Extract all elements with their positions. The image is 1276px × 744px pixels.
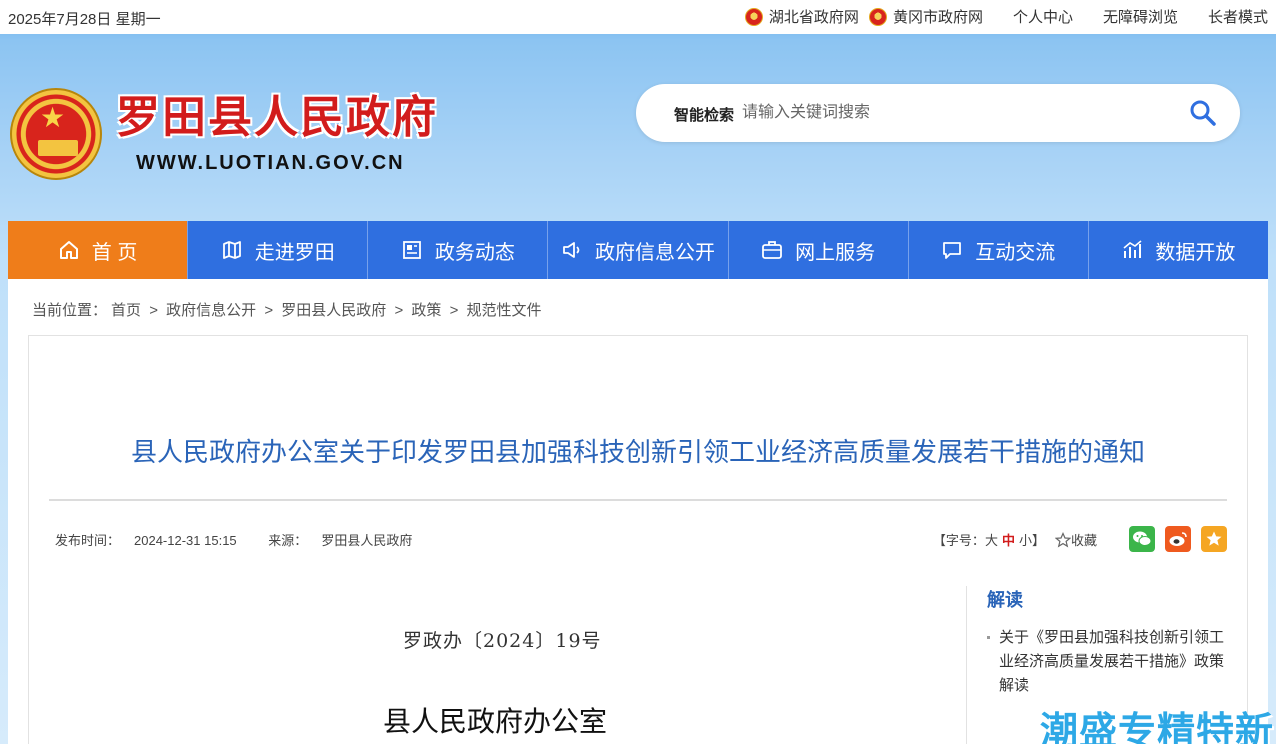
breadcrumb-separator: > <box>149 302 158 319</box>
home-icon <box>59 241 78 259</box>
nav-gov-news[interactable]: 政务动态 <box>367 221 547 279</box>
nav-about-label: 走进罗田 <box>254 241 335 264</box>
speaker-icon <box>563 242 580 258</box>
weibo-icon <box>1169 532 1187 546</box>
breadcrumb-separator: > <box>449 302 459 319</box>
search-box: 智能检索 <box>636 84 1240 142</box>
top-bar: 2025年7月28日 星期一 湖北省政府网 黄冈市政府网 个人中心 无障碍浏览 … <box>0 0 1276 34</box>
accessibility-link[interactable]: 无障碍浏览 <box>1103 6 1178 27</box>
favorite-label: 收藏 <box>1070 533 1097 548</box>
search-label: 智能检索 <box>674 107 735 124</box>
nav-open-data[interactable]: 数据开放 <box>1087 221 1268 279</box>
article-title: 县人民政府办公室关于印发罗田县加强科技创新引领工业经济高质量发展若干措施的通知 <box>130 437 1145 467</box>
main-content: 当前位置： 首页 > 政府信息公开 > 罗田县人民政府 > 政策 > 规范性文件 … <box>8 279 1268 744</box>
nav-online-service[interactable]: 网上服务 <box>727 221 908 279</box>
breadcrumb: 当前位置： 首页 > 政府信息公开 > 罗田县人民政府 > 政策 > 规范性文件 <box>32 299 546 320</box>
document-number: 罗政办〔2024〕19号 <box>403 630 602 652</box>
title-divider <box>49 499 1227 501</box>
emblem-icon <box>868 7 887 26</box>
nav-info-disclosure[interactable]: 政府信息公开 <box>547 221 727 279</box>
watermark-text: 潮盛专精特新 <box>1040 711 1275 744</box>
briefcase-icon <box>762 241 783 259</box>
hubei-gov-label: 湖北省政府网 <box>768 9 859 26</box>
nav-service-label: 网上服务 <box>795 241 876 264</box>
top-links: 湖北省政府网 黄冈市政府网 个人中心 无障碍浏览 长者模式 <box>735 6 1268 27</box>
font-size-medium[interactable]: 中 <box>1002 530 1015 549</box>
wechat-share-button[interactable] <box>1129 526 1155 552</box>
personal-center-link[interactable]: 个人中心 <box>1013 6 1073 27</box>
nav-home-label: 首 页 <box>91 241 138 264</box>
site-header: ★ 罗田县人民政府 WWW.LUOTIAN.GOV.CN 智能检索 <box>0 34 1276 220</box>
article-tools: 【字号： 大 中 小】 收藏 <box>933 530 1097 549</box>
main-nav: 首 页 走进罗田 政务动态 政府信息公开 网上服务 互动交流 数据开放 <box>8 221 1268 279</box>
sidebar-divider <box>966 586 967 744</box>
issuing-office: 县人民政府办公室 <box>383 705 608 738</box>
current-date: 2025年7月28日 星期一 <box>8 11 161 28</box>
site-url: WWW.LUOTIAN.GOV.CN <box>136 152 405 174</box>
wechat-icon <box>1133 531 1152 546</box>
source-label: 来源： <box>268 533 308 548</box>
news-icon <box>402 241 421 259</box>
search-icon[interactable] <box>1188 98 1218 128</box>
breadcrumb-separator: > <box>264 302 274 319</box>
weibo-share-button[interactable] <box>1165 526 1191 552</box>
share-buttons <box>1119 526 1227 552</box>
breadcrumb-separator: > <box>394 302 404 319</box>
search-input[interactable] <box>742 96 1162 130</box>
nav-data-label: 数据开放 <box>1155 241 1236 264</box>
interpretation-sidebar: 解读 关于《罗田县加强科技创新引领工业经济高质量发展若干措施》政策解读 <box>987 586 1237 698</box>
huanggang-gov-link[interactable]: 黄冈市政府网 <box>868 6 983 27</box>
site-title[interactable]: 罗田县人民政府 <box>116 92 438 144</box>
source-value: 罗田县人民政府 <box>321 533 413 548</box>
nav-interaction[interactable]: 互动交流 <box>907 221 1088 279</box>
map-icon <box>222 241 241 259</box>
breadcrumb-policy[interactable]: 政策 <box>411 302 441 319</box>
nav-interaction-label: 互动交流 <box>975 241 1056 264</box>
nav-home[interactable]: 首 页 <box>8 221 188 279</box>
nav-about-luotian[interactable]: 走进罗田 <box>187 221 367 279</box>
national-emblem-logo[interactable]: ★ <box>10 88 102 180</box>
nav-news-label: 政务动态 <box>434 241 515 264</box>
publish-time-label: 发布时间： <box>55 533 121 548</box>
huanggang-gov-label: 黄冈市政府网 <box>892 9 983 26</box>
breadcrumb-home[interactable]: 首页 <box>111 302 141 319</box>
emblem-icon <box>744 7 763 26</box>
nav-disclosure-label: 政府信息公开 <box>594 241 715 264</box>
breadcrumb-normative-docs[interactable]: 规范性文件 <box>467 302 542 319</box>
font-size-small[interactable]: 小】 <box>1019 530 1045 549</box>
article-panel: 县人民政府办公室关于印发罗田县加强科技创新引领工业经济高质量发展若干措施的通知 … <box>28 335 1248 744</box>
interpretation-heading: 解读 <box>987 590 1023 610</box>
breadcrumb-prefix: 当前位置： <box>32 302 108 319</box>
publish-time: 2024-12-31 15:15 <box>134 533 237 548</box>
breadcrumb-disclosure[interactable]: 政府信息公开 <box>166 302 256 319</box>
chart-icon <box>1123 240 1142 258</box>
favorite-button[interactable]: 收藏 <box>1054 530 1097 549</box>
star-icon <box>1054 531 1071 547</box>
chat-icon <box>943 242 962 259</box>
qzone-share-button[interactable] <box>1201 526 1227 552</box>
font-size-label: 【字号： <box>932 533 985 548</box>
article-meta: 发布时间： 2024-12-31 15:15 来源： 罗田县人民政府 <box>55 530 440 549</box>
elder-mode-link[interactable]: 长者模式 <box>1208 6 1268 27</box>
interpretation-link[interactable]: 关于《罗田县加强科技创新引领工业经济高质量发展若干措施》政策解读 <box>987 626 1237 698</box>
font-size-large[interactable]: 大 <box>985 530 998 549</box>
hubei-gov-link[interactable]: 湖北省政府网 <box>744 6 859 27</box>
breadcrumb-county-gov[interactable]: 罗田县人民政府 <box>281 302 386 319</box>
qzone-star-icon <box>1206 531 1222 546</box>
